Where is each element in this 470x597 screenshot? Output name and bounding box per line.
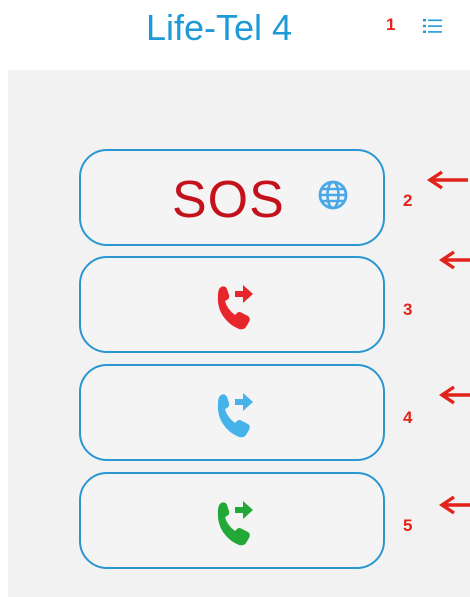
globe-icon <box>318 180 348 210</box>
callout-number-2: 2 <box>403 191 413 210</box>
callout-arrow-icon <box>426 170 468 190</box>
callout-arrow-icon <box>438 495 470 515</box>
callout-number-3: 3 <box>403 300 413 319</box>
sos-button[interactable]: SOS <box>79 149 385 246</box>
screen: Life-Tel 4 1 SOS 2 3 4 5 <box>0 0 470 597</box>
call-button-green[interactable] <box>79 472 385 569</box>
call-button-blue[interactable] <box>79 364 385 461</box>
phone-forward-icon <box>217 285 253 330</box>
callout-number-5: 5 <box>403 516 413 535</box>
callout-arrow-icon <box>438 385 470 405</box>
call-button-red[interactable] <box>79 256 385 353</box>
callout-number-1: 1 <box>386 15 396 34</box>
sos-label: SOS <box>172 171 285 229</box>
phone-forward-icon <box>217 393 253 438</box>
callout-number-4: 4 <box>403 408 413 427</box>
list-menu-icon[interactable] <box>423 16 443 36</box>
callout-arrow-icon <box>438 250 470 270</box>
phone-forward-icon <box>217 501 253 546</box>
app-title: Life-Tel 4 <box>146 7 293 48</box>
